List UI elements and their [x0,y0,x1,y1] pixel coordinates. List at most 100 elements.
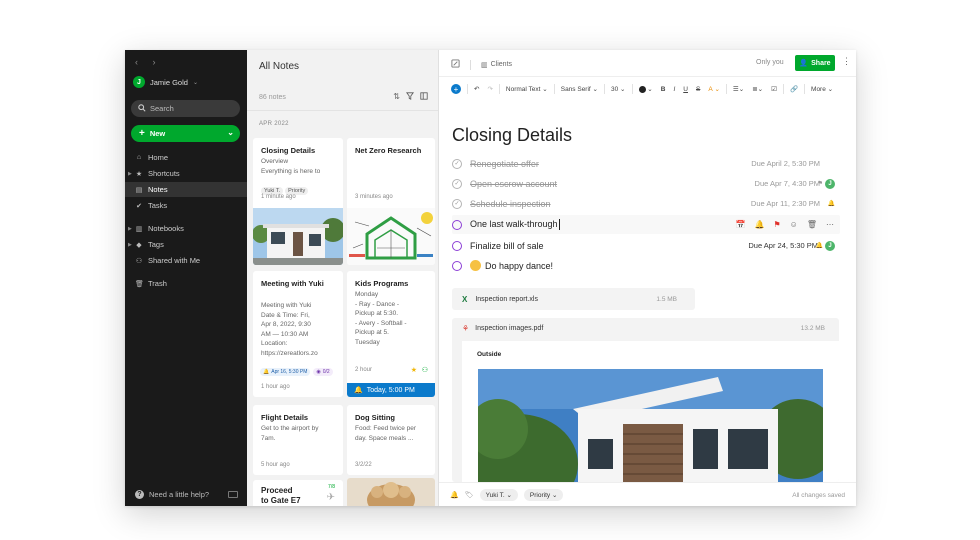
caret-right-icon[interactable]: ▶ [128,242,132,248]
bold-icon[interactable]: B [657,86,670,93]
assignee-chip[interactable]: Yuki T. ⌄ [479,488,518,501]
chevron-down-icon: ⌄ [192,79,198,86]
task-text[interactable]: Renegotiate offer [470,159,539,169]
sidebar-item-tasks[interactable]: ✔ Tasks [125,198,247,213]
text-cursor [558,219,560,231]
task-progress-chip[interactable]: ◉ 0/2 [313,368,333,376]
sort-icon[interactable]: ⇅ [393,92,400,102]
bell-icon: 🔔 [827,201,835,207]
history-nav-arrows[interactable]: ‹ › [135,57,162,67]
caret-right-icon[interactable]: ▶ [128,171,132,177]
task-checkbox[interactable] [452,219,462,230]
account-menu[interactable]: J Jamie Gold ⌄ [133,76,198,88]
link-icon[interactable]: 🔗 [786,85,802,93]
sidebar-item-shortcuts[interactable]: ▶ ★ Shortcuts [125,166,247,181]
sidebar-item-shared[interactable]: ⚇ Shared with Me [125,253,247,268]
task-text[interactable]: Open escrow account [470,179,557,189]
search-input[interactable]: Search [131,100,240,117]
note-card-kids-programs[interactable]: Kids Programs Monday - Ray - Dance - Pic… [347,271,435,397]
user-name: Jamie Gold [150,77,188,87]
more-label: More [811,85,826,93]
highlight-icon[interactable]: A ⌄ [704,85,724,93]
sidebar-item-label: Tags [148,240,164,249]
insert-button[interactable]: + [447,84,465,94]
tag-add-icon[interactable]: 🏷 [465,491,474,499]
task-checkbox[interactable] [452,260,462,271]
sidebar-item-notes[interactable]: ▤ Notes [125,182,247,197]
assignee-avatar[interactable]: J [825,178,835,189]
task-checkbox[interactable]: ✓ [452,158,462,169]
share-button[interactable]: 👤 Share [795,55,835,71]
attachment-pdf[interactable]: ⚘ Inspection images.pdf 13.2 MB Outside [452,318,839,482]
note-card-dog-sitting[interactable]: Dog Sitting Food: Feed twice per day. Sp… [347,405,435,475]
underline-icon[interactable]: U [679,86,692,93]
expand-icon[interactable] [451,59,460,70]
text-color-icon[interactable]: ⌄ [635,85,657,93]
flag-icon[interactable]: ⚑ [774,220,781,229]
task-item[interactable]: Finalize bill of sale Due Apr 24, 5:30 P… [452,236,840,255]
task-text[interactable]: Finalize bill of sale [470,241,544,251]
dog-photo-card[interactable] [347,478,435,506]
undo-icon[interactable]: ↶ [470,85,483,93]
numbered-list-icon[interactable]: ≣⌄ [748,85,767,93]
reminder-add-icon[interactable]: 🔔 [450,491,459,499]
task-item[interactable]: ✓ Open escrow account Due Apr 7, 4:30 PM… [452,174,840,193]
note-card-meeting-yuki[interactable]: Meeting with Yuki Meeting with Yuki Date… [253,271,343,397]
strikethrough-icon[interactable]: S [692,86,704,93]
search-icon [138,103,146,114]
due-date-icon[interactable]: 📅 [736,220,746,229]
reminder-chip[interactable]: 🔔 Apr 16, 5:30 PM [260,368,311,376]
task-item-focused[interactable]: One last walk-through 📅 🔔 ⚑ ☺ 🗑 ⋯ [452,215,840,234]
caret-right-icon[interactable]: ▶ [128,226,132,232]
checklist-icon[interactable]: ☑ [767,85,781,93]
font-dropdown[interactable]: Sans Serif ⌄ [557,85,602,94]
keyboard-icon[interactable] [228,491,238,498]
sidebar-item-tags[interactable]: ▶ ◆ Tags [125,237,247,252]
format-toolbar: + ↶ ↷ Normal Text ⌄ Sans Serif ⌄ 30 ⌄ ⌄ … [439,78,856,100]
task-item[interactable]: Do happy dance! [452,256,840,275]
new-button[interactable]: + New ⌄ [131,125,240,142]
chevron-down-icon[interactable]: ⌄ [227,128,234,137]
more-icon[interactable]: ⋯ [826,220,834,229]
text-style-dropdown[interactable]: Normal Text ⌄ [502,85,552,94]
redo-icon[interactable]: ↷ [483,85,496,93]
note-card-closing-details[interactable]: Closing Details Overview Everything is h… [253,138,343,265]
help-link[interactable]: ? Need a little help? [135,490,209,499]
card-time: 2 hour [355,367,373,373]
note-card-net-zero[interactable]: Net Zero Research 3 minutes ago [347,138,435,265]
notebook-link[interactable]: ▥ Clients [481,61,512,69]
more-formatting-dropdown[interactable]: More ⌄ [807,85,837,94]
assignee-avatar[interactable]: J [825,240,835,251]
task-text[interactable]: One last walk-through [470,219,560,231]
reminder-bar[interactable]: 🔔 Today, 5:00 PM [347,383,435,397]
view-toggle-icon[interactable] [420,92,428,102]
task-item[interactable]: ✓ Renegotiate offer Due April 2, 5:30 PM [452,154,840,173]
bullet-list-icon[interactable]: ☰⌄ [729,85,748,93]
sidebar-item-home[interactable]: ⌂ Home [125,150,247,165]
delete-icon[interactable]: 🗑 [807,220,817,229]
note-card-gate[interactable]: Proceed to Gate E7 7/8 ✈ [253,480,343,506]
task-checkbox[interactable] [452,240,462,251]
task-item[interactable]: ✓ Schedule inspection Due Apr 11, 2:30 P… [452,194,840,213]
task-checkbox[interactable]: ✓ [452,178,462,189]
bell-icon: 🔔 [815,243,823,249]
note-title[interactable]: Closing Details [452,125,572,146]
bell-icon[interactable]: 🔔 [755,220,765,229]
task-text[interactable]: Do happy dance! [485,261,553,271]
card-snippet: Meeting with Yuki Date & Time: Fri, Apr … [261,302,318,357]
note-card-flight-details[interactable]: Flight Details Get to the airport by 7am… [253,405,343,475]
sidebar-item-notebooks[interactable]: ▶ ▥ Notebooks [125,221,247,236]
task-text[interactable]: Schedule inspection [470,199,551,209]
font-size-dropdown[interactable]: 30 ⌄ [607,85,630,94]
filter-icon[interactable] [406,92,414,102]
more-options-icon[interactable]: ⋮ [842,56,851,67]
pdf-preview-page: Outside [462,341,839,482]
sidebar-item-trash[interactable]: 🗑 Trash [125,276,247,291]
avatar: J [133,76,145,88]
task-checkbox[interactable]: ✓ [452,198,462,209]
tag-chip[interactable]: Priority ⌄ [523,488,564,501]
star-icon: ★ [135,170,143,178]
assign-icon[interactable]: ☺ [790,220,798,229]
italic-icon[interactable]: I [669,86,679,93]
attachment-xls[interactable]: X Inspection report.xls 1.5 MB [452,288,695,310]
